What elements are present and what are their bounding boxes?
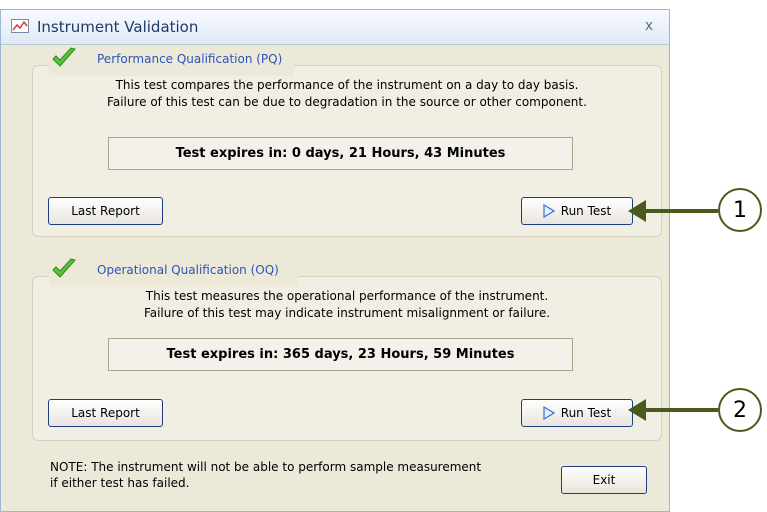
note-line1: NOTE: The instrument will not be able to… [50,460,482,474]
note-line2: if either test has failed. [50,476,190,490]
callout-1: 1 [718,188,762,232]
window-title: Instrument Validation [37,18,199,36]
exit-button[interactable]: Exit [561,466,647,494]
oq-group: Operational Qualification (OQ) This test… [32,258,662,441]
pq-last-report-button[interactable]: Last Report [48,197,163,225]
pq-description: This test compares the performance of th… [33,77,661,111]
oq-expires-box: Test expires in: 365 days, 23 Hours, 59 … [108,338,573,371]
play-icon [543,406,555,420]
pq-title: Performance Qualification (PQ) [97,52,283,66]
oq-run-test-label: Run Test [560,406,612,420]
title-bar: Instrument Validation x [1,10,669,45]
note-text: NOTE: The instrument will not be able to… [50,459,481,491]
oq-description: This test measures the operational perfo… [33,288,661,322]
close-button[interactable]: x [639,16,659,36]
oq-run-test-button[interactable]: Run Test [521,399,633,427]
pq-run-test-label: Run Test [560,204,612,218]
check-icon [52,258,76,278]
oq-desc-line2: Failure of this test may indicate instru… [143,306,551,320]
pq-desc-line1: This test compares the performance of th… [115,78,579,92]
oq-title: Operational Qualification (OQ) [97,263,279,277]
pq-run-test-button[interactable]: Run Test [521,197,633,225]
oq-last-report-button[interactable]: Last Report [48,399,163,427]
callout-2: 2 [718,388,762,432]
pq-desc-line2: Failure of this test can be due to degra… [107,95,587,109]
chart-icon [11,19,29,33]
check-icon [52,47,76,67]
pq-expires-box: Test expires in: 0 days, 21 Hours, 43 Mi… [108,137,573,170]
play-icon [543,204,555,218]
pq-group: Performance Qualification (PQ) This test… [32,47,662,237]
oq-desc-line1: This test measures the operational perfo… [145,289,549,303]
